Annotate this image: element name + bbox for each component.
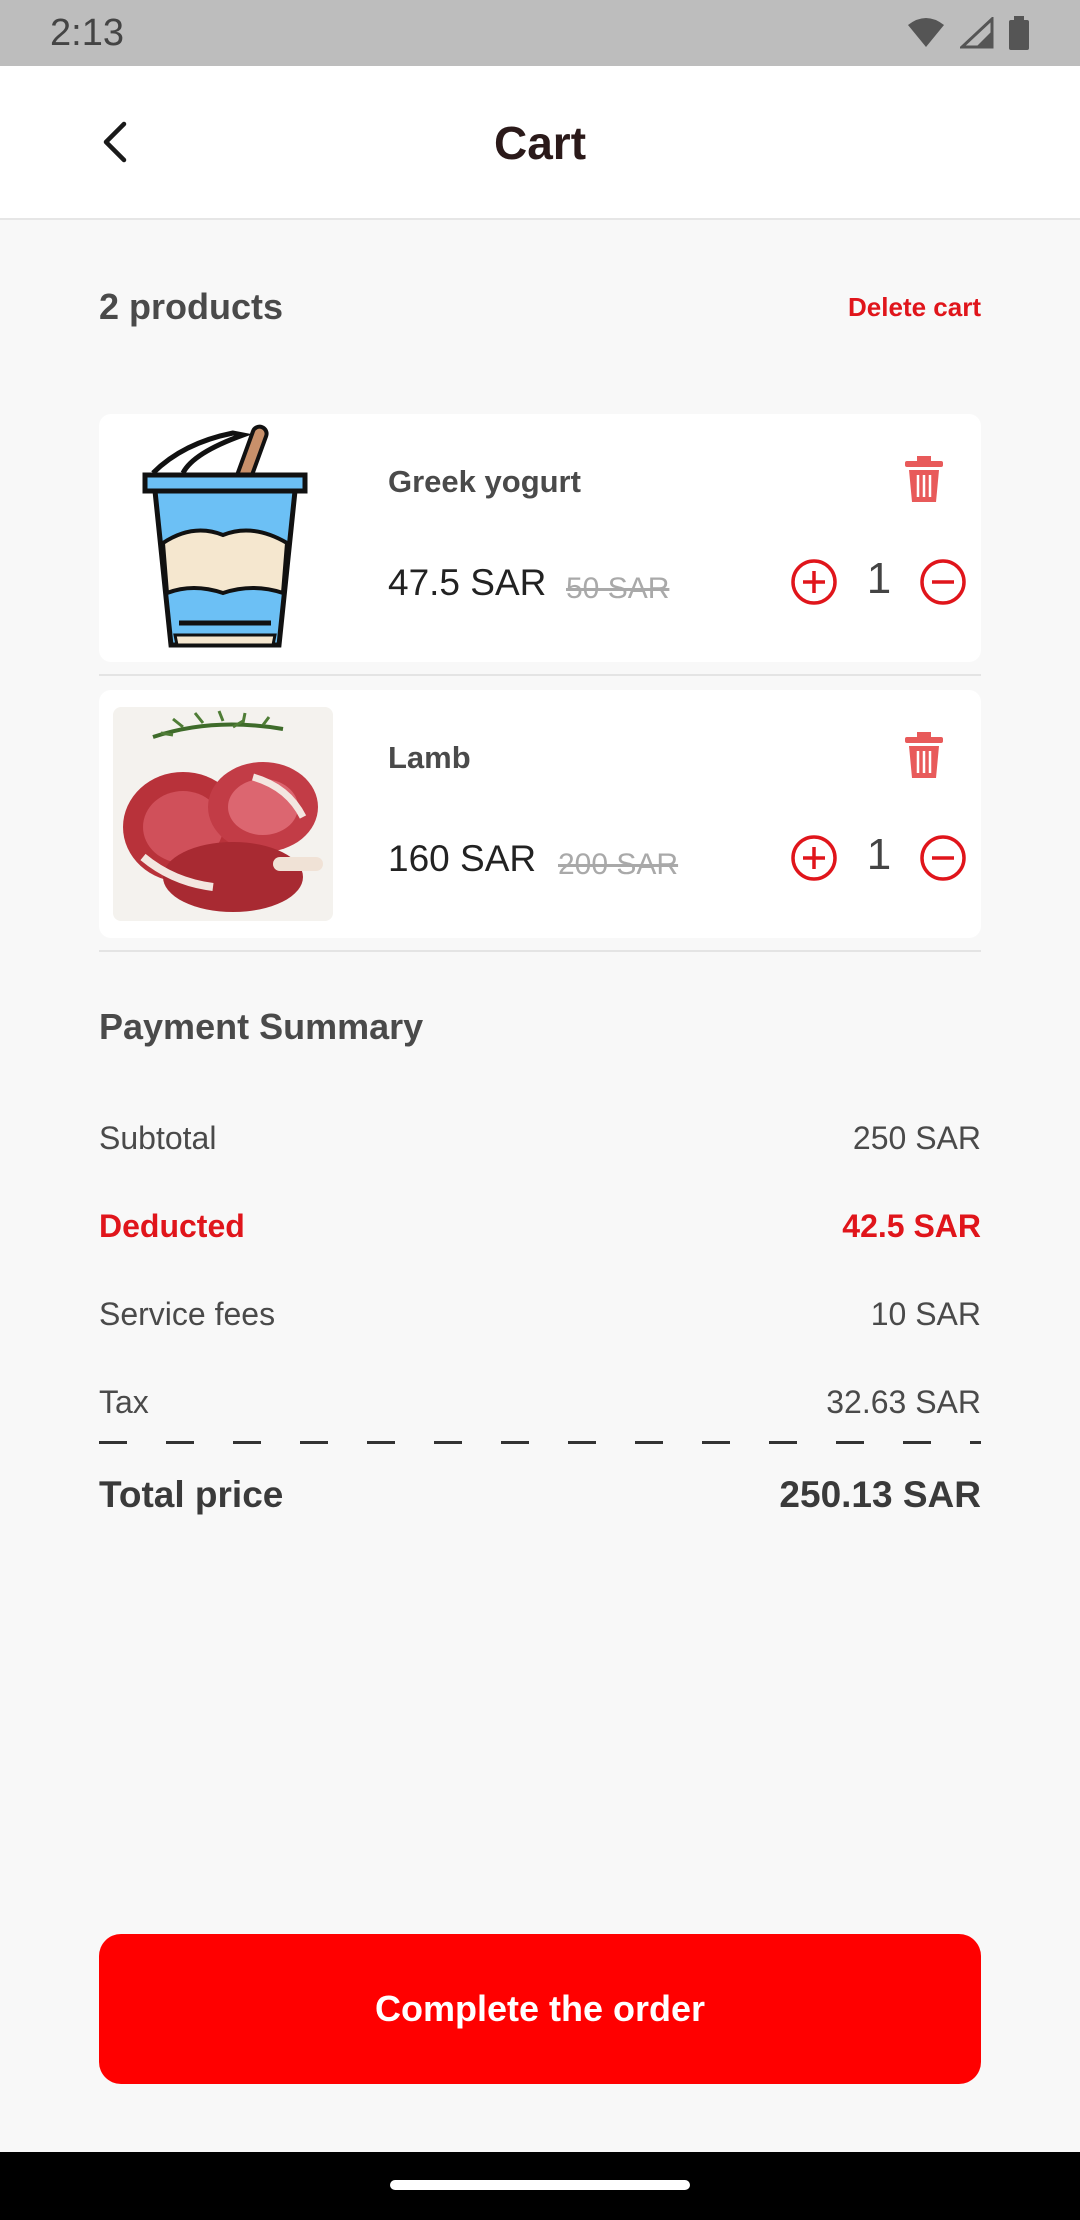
plus-circle-icon (791, 559, 837, 605)
delete-cart-button[interactable]: Delete cart (848, 292, 981, 323)
total-row: Total price 250.13 SAR (99, 1474, 981, 1516)
increase-qty-button[interactable] (790, 558, 838, 606)
deducted-value: 42.5 SAR (842, 1208, 981, 1244)
products-header: 2 products Delete cart (99, 286, 981, 328)
cart-item: Greek yogurt 47.5 SAR 50 SAR 1 (99, 414, 981, 662)
trash-icon (905, 732, 943, 778)
service-fees-label: Service fees (99, 1296, 276, 1332)
yogurt-cup-image (142, 424, 308, 648)
trash-icon (905, 456, 943, 502)
payment-summary-title: Payment Summary (99, 1006, 424, 1047)
deducted-label: Deducted (99, 1208, 245, 1244)
total-label: Total price (99, 1474, 284, 1515)
page-title: Cart (493, 117, 587, 169)
quantity-value: 1 (866, 830, 892, 879)
signal-icon (960, 17, 994, 49)
cart-item: Lamb 160 SAR 200 SAR 1 (99, 690, 981, 938)
complete-order-button[interactable]: Complete the order (99, 1934, 981, 2084)
decrease-qty-button[interactable] (919, 558, 967, 606)
minus-circle-icon (920, 835, 966, 881)
product-old-price: 200 SAR (558, 848, 679, 881)
home-indicator[interactable] (390, 2180, 690, 2190)
increase-qty-button[interactable] (790, 834, 838, 882)
product-old-price: 50 SAR (566, 572, 670, 605)
status-bar: 2:13 (0, 0, 1080, 66)
app-bar: Cart (0, 66, 1080, 220)
plus-circle-icon (791, 835, 837, 881)
decrease-qty-button[interactable] (919, 834, 967, 882)
tax-value: 32.63 SAR (826, 1384, 981, 1420)
dashed-divider (99, 1441, 981, 1444)
status-icons (906, 16, 1030, 50)
battery-icon (1009, 16, 1029, 50)
product-image (113, 424, 333, 648)
status-time: 2:13 (50, 11, 124, 54)
system-nav-bar (0, 2152, 1080, 2220)
product-name: Greek yogurt (388, 464, 581, 499)
deducted-row: Deducted 42.5 SAR (99, 1208, 981, 1245)
remove-item-button[interactable] (903, 456, 945, 504)
minus-circle-icon (920, 559, 966, 605)
service-fees-row: Service fees 10 SAR (99, 1296, 981, 1333)
total-value: 250.13 SAR (779, 1474, 981, 1515)
subtotal-label: Subtotal (99, 1120, 217, 1156)
tax-label: Tax (99, 1384, 149, 1420)
product-price: 47.5 SAR (388, 562, 547, 603)
quantity-value: 1 (866, 554, 892, 603)
subtotal-row: Subtotal 250 SAR (99, 1120, 981, 1157)
product-price: 160 SAR (388, 838, 537, 879)
subtotal-value: 250 SAR (852, 1120, 981, 1156)
products-count: 2 products (99, 286, 284, 327)
product-image (113, 704, 333, 924)
tax-row: Tax 32.63 SAR (99, 1384, 981, 1421)
divider (99, 950, 981, 952)
remove-item-button[interactable] (903, 732, 945, 780)
product-name: Lamb (388, 740, 471, 775)
lamb-chops-photo (113, 707, 333, 921)
wifi-icon (908, 18, 944, 47)
divider (99, 674, 981, 676)
service-fees-value: 10 SAR (870, 1296, 981, 1332)
